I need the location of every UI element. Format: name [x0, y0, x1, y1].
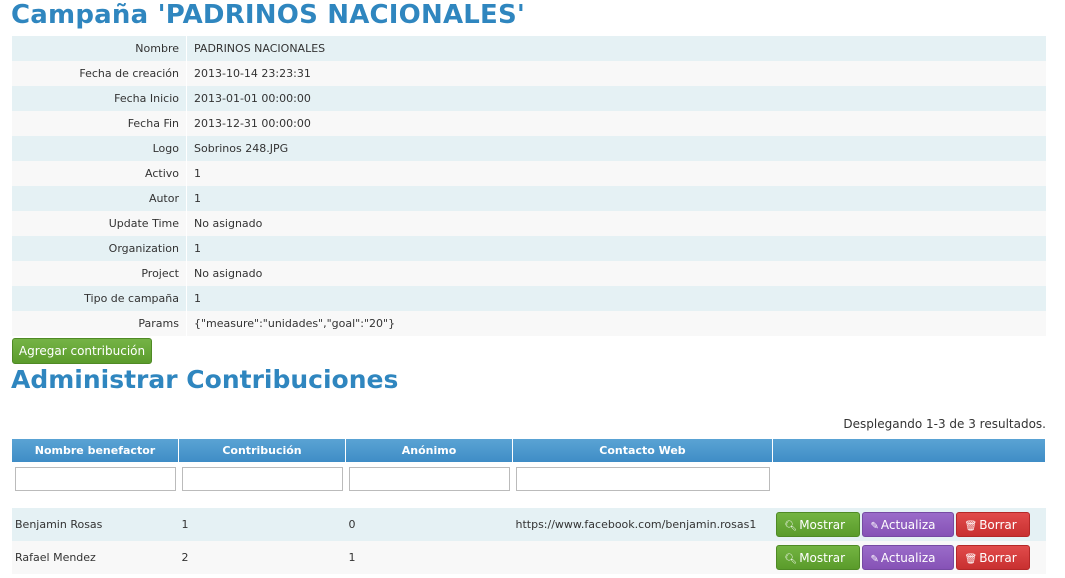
- detail-label: Update Time: [12, 211, 187, 236]
- row-actions: 🔍︎ Mostrar ✎ Actualiza 🗑︎ Borrar: [773, 508, 1046, 541]
- detail-value: Sobrinos 248.JPG: [194, 142, 289, 155]
- detail-row: Nombre PADRINOS NACIONALES: [12, 36, 1046, 61]
- detail-label: Tipo de campaña: [12, 286, 187, 311]
- cell-web: [513, 541, 773, 574]
- table-row: Rafael Mendez 2 1 🔍︎ Mostrar ✎ Actualiza 🗑︎ Borr…: [12, 541, 1046, 574]
- cell-benefactor: Benjamin Rosas: [15, 518, 103, 531]
- detail-row: Project No asignado: [12, 261, 1046, 286]
- show-button-label: Mostrar: [799, 518, 846, 532]
- detail-label: Organization: [12, 236, 187, 261]
- section-title: Administrar Contribuciones: [11, 365, 399, 394]
- detail-label: Nombre: [12, 36, 187, 61]
- cell-contribution: 1: [181, 518, 189, 531]
- update-button-label: Actualiza: [880, 551, 936, 565]
- delete-button-label: Borrar: [979, 551, 1017, 565]
- row-actions: 🔍︎ Mostrar ✎ Actualiza 🗑︎ Borrar: [773, 541, 1046, 574]
- show-button[interactable]: 🔍︎ Mostrar: [775, 512, 860, 537]
- detail-value: 2013-12-31 00:00:00: [194, 117, 311, 130]
- detail-row: Tipo de campaña 1: [12, 286, 1046, 311]
- detail-value: No asignado: [194, 267, 263, 280]
- zoom-in-icon: 🔍︎: [784, 521, 798, 532]
- detail-row: Fecha Inicio 2013-01-01 00:00:00: [12, 86, 1046, 111]
- detail-row: Params {"measure":"unidades","goal":"20"}: [12, 311, 1046, 336]
- add-contribution-button[interactable]: Agregar contribución: [12, 338, 152, 364]
- detail-value: 2013-01-01 00:00:00: [194, 92, 311, 105]
- edit-icon: ✎: [870, 521, 879, 532]
- cell-benefactor: Rafael Mendez: [15, 551, 96, 564]
- column-header-contribution[interactable]: Contribución: [178, 439, 346, 462]
- filter-anonymous-input[interactable]: [348, 467, 510, 491]
- cell-web: https://www.facebook.com/benjamin.rosas1: [515, 518, 757, 531]
- show-button-label: Mostrar: [799, 551, 846, 565]
- column-header-benefactor[interactable]: Nombre benefactor: [12, 439, 179, 462]
- column-header-web-contact[interactable]: Contacto Web: [512, 439, 773, 462]
- column-header-actions: [772, 439, 1046, 462]
- detail-row: Activo 1: [12, 161, 1046, 186]
- detail-row: Autor 1: [12, 186, 1046, 211]
- detail-label: Autor: [12, 186, 187, 211]
- detail-label: Logo: [12, 136, 187, 161]
- detail-label: Fecha Inicio: [12, 86, 187, 111]
- detail-value: 1: [194, 192, 201, 205]
- show-button[interactable]: 🔍︎ Mostrar: [775, 545, 860, 570]
- detail-value: 2013-10-14 23:23:31: [194, 67, 311, 80]
- detail-label: Fecha Fin: [12, 111, 187, 136]
- detail-value: {"measure":"unidades","goal":"20"}: [194, 317, 396, 330]
- cell-anonymous: 1: [348, 551, 356, 564]
- update-button[interactable]: ✎ Actualiza: [861, 545, 954, 570]
- detail-row: Fecha Fin 2013-12-31 00:00:00: [12, 111, 1046, 136]
- detail-value: 1: [194, 242, 201, 255]
- detail-row: Update Time No asignado: [12, 211, 1046, 236]
- column-header-anonymous[interactable]: Anónimo: [345, 439, 513, 462]
- filter-web-contact-input[interactable]: [515, 467, 770, 491]
- detail-value: PADRINOS NACIONALES: [194, 42, 326, 55]
- results-summary: Desplegando 1-3 de 3 resultados.: [843, 417, 1046, 431]
- detail-label: Project: [12, 261, 187, 286]
- table-row: Benjamin Rosas 1 0 https://www.facebook.com…: [12, 508, 1046, 541]
- zoom-in-icon: 🔍︎: [784, 554, 798, 565]
- contributions-grid: Nombre benefactor Contribución Anónimo C…: [12, 439, 1046, 574]
- detail-row: Fecha de creación 2013-10-14 23:23:31: [12, 61, 1046, 86]
- trash-icon: 🗑︎: [964, 521, 978, 532]
- delete-button-label: Borrar: [979, 518, 1017, 532]
- update-button-label: Actualiza: [880, 518, 936, 532]
- detail-value: 1: [194, 292, 201, 305]
- detail-row: Logo Sobrinos 248.JPG: [12, 136, 1046, 161]
- delete-button[interactable]: 🗑︎ Borrar: [955, 512, 1030, 537]
- detail-value: No asignado: [194, 217, 263, 230]
- page-title: Campaña 'PADRINOS NACIONALES': [11, 0, 526, 30]
- update-button[interactable]: ✎ Actualiza: [861, 512, 954, 537]
- detail-label: Fecha de creación: [12, 61, 187, 86]
- cell-anonymous: 0: [348, 518, 356, 531]
- filter-row: [12, 462, 1046, 496]
- detail-label: Params: [12, 311, 187, 336]
- detail-value: 1: [194, 167, 201, 180]
- filter-benefactor-input[interactable]: [15, 467, 176, 491]
- campaign-detail-table: Nombre PADRINOS NACIONALES Fecha de creaci…: [12, 36, 1046, 336]
- detail-row: Organization 1: [12, 236, 1046, 261]
- filter-contribution-input[interactable]: [181, 467, 343, 491]
- trash-icon: 🗑︎: [964, 554, 978, 565]
- detail-label: Activo: [12, 161, 187, 186]
- cell-contribution: 2: [181, 551, 189, 564]
- edit-icon: ✎: [870, 554, 879, 565]
- delete-button[interactable]: 🗑︎ Borrar: [955, 545, 1030, 570]
